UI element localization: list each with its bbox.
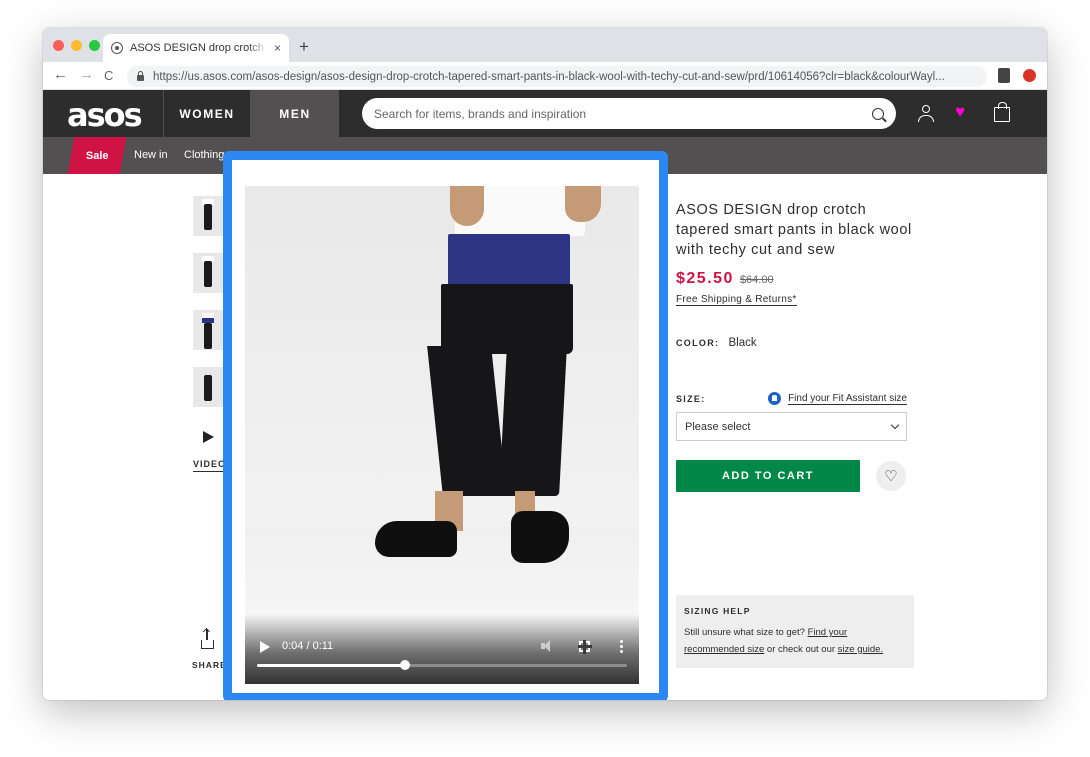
nav-sale-label: Sale bbox=[85, 149, 109, 162]
fit-assistant-icon bbox=[768, 392, 782, 405]
forward-button[interactable]: → bbox=[79, 66, 94, 83]
save-for-later-button[interactable]: ♡ bbox=[876, 461, 906, 491]
size-guide-link[interactable]: size guide. bbox=[838, 644, 883, 655]
thumbnail[interactable] bbox=[193, 310, 223, 350]
search-icon[interactable] bbox=[872, 107, 884, 120]
nav-clothing[interactable]: Clothing bbox=[184, 149, 224, 161]
current-price: $25.50 bbox=[676, 270, 734, 287]
url-field[interactable]: https://us.asos.com/asos-design/asos-des… bbox=[127, 66, 987, 87]
lock-icon bbox=[137, 70, 144, 81]
thumbnail[interactable] bbox=[193, 367, 223, 407]
volume-icon[interactable] bbox=[541, 640, 555, 652]
color-value: Black bbox=[728, 337, 757, 349]
add-to-cart-button[interactable]: ADD TO CART bbox=[676, 460, 860, 492]
favicon-icon bbox=[111, 42, 123, 54]
new-tab-button[interactable]: + bbox=[299, 37, 309, 57]
video-thumbnail-play-icon[interactable] bbox=[203, 431, 214, 443]
tab-close-icon[interactable]: × bbox=[274, 41, 281, 55]
asos-logo[interactable]: asos bbox=[67, 96, 143, 134]
nav-new-in[interactable]: New in bbox=[134, 149, 168, 161]
chevron-down-icon bbox=[890, 420, 900, 429]
size-select-value: Please select bbox=[685, 420, 751, 433]
play-icon[interactable] bbox=[260, 641, 270, 653]
tab-title: ASOS DESIGN drop crotch tapered smart pa… bbox=[130, 42, 268, 54]
nav-sale[interactable]: Sale bbox=[67, 137, 127, 174]
size-select[interactable]: Please select bbox=[676, 412, 907, 441]
video-time: 0:04 / 0:11 bbox=[282, 640, 334, 652]
video-tab[interactable]: VIDEO bbox=[193, 459, 227, 472]
reload-button[interactable]: C bbox=[104, 68, 113, 83]
product-title: ASOS DESIGN drop crotch tapered smart pa… bbox=[676, 202, 912, 258]
fullscreen-icon[interactable] bbox=[578, 640, 592, 654]
product-video[interactable]: 0:04 / 0:11 bbox=[245, 186, 639, 684]
nav-women[interactable]: WOMEN bbox=[163, 90, 251, 137]
browser-window: ASOS DESIGN drop crotch tapered smart pa… bbox=[43, 28, 1047, 700]
clipboard-extension-icon[interactable] bbox=[998, 68, 1010, 83]
maximize-window-button[interactable] bbox=[89, 40, 100, 51]
fit-assistant-link[interactable]: Find your Fit Assistant size bbox=[788, 393, 907, 405]
nav-men[interactable]: MEN bbox=[251, 90, 339, 137]
sizing-help-text-1: Still unsure what size to get? bbox=[684, 627, 805, 638]
was-price: $64.00 bbox=[739, 274, 774, 286]
search-placeholder: Search for items, brands and inspiration bbox=[374, 106, 587, 121]
sizing-help-box: SIZING HELP Still unsure what size to ge… bbox=[676, 595, 914, 668]
browser-tab[interactable]: ASOS DESIGN drop crotch tapered smart pa… bbox=[103, 34, 289, 62]
sizing-help-text: Still unsure what size to get? Find your… bbox=[684, 624, 906, 658]
video-progress-fill bbox=[257, 664, 405, 667]
size-label: SIZE: bbox=[676, 393, 706, 404]
more-options-icon[interactable] bbox=[620, 639, 623, 653]
search-input[interactable]: Search for items, brands and inspiration bbox=[362, 98, 896, 129]
thumbnail[interactable] bbox=[193, 253, 223, 293]
close-window-button[interactable] bbox=[53, 40, 64, 51]
site-header: asos WOMEN MEN Search for items, brands … bbox=[43, 90, 1047, 137]
color-label: COLOR: bbox=[676, 338, 720, 348]
minimize-window-button[interactable] bbox=[71, 40, 82, 51]
product-details: ASOS DESIGN drop crotch tapered smart pa… bbox=[676, 200, 916, 492]
address-bar: ← → C https://us.asos.com/asos-design/as… bbox=[43, 62, 1047, 90]
price-row: $25.50 $64.00 bbox=[676, 270, 916, 288]
thumbnail[interactable] bbox=[193, 196, 223, 236]
share-icon[interactable] bbox=[201, 629, 214, 649]
saved-items-icon[interactable]: ♥ bbox=[955, 102, 965, 122]
color-row: COLOR: Black bbox=[676, 337, 916, 349]
heart-icon: ♡ bbox=[884, 468, 898, 485]
tab-strip: ASOS DESIGN drop crotch tapered smart pa… bbox=[43, 28, 1047, 62]
video-highlight-frame: 0:04 / 0:11 bbox=[223, 151, 668, 700]
url-text: https://us.asos.com/asos-design/asos-des… bbox=[153, 70, 945, 83]
sizing-help-title: SIZING HELP bbox=[684, 606, 751, 616]
sizing-help-text-2: or check out our bbox=[766, 644, 836, 655]
back-button[interactable]: ← bbox=[53, 66, 68, 83]
video-controls: 0:04 / 0:11 bbox=[245, 614, 639, 684]
shipping-link[interactable]: Free Shipping & Returns* bbox=[676, 294, 797, 306]
video-scrubber-handle[interactable] bbox=[400, 660, 410, 670]
share-label[interactable]: SHARE bbox=[192, 660, 227, 670]
window-controls bbox=[53, 40, 100, 51]
adblock-extension-icon[interactable] bbox=[1023, 69, 1036, 82]
account-icon[interactable] bbox=[918, 105, 934, 122]
video-progress-bar[interactable] bbox=[257, 660, 627, 670]
bag-icon[interactable] bbox=[994, 102, 1010, 122]
size-row: SIZE: Find your Fit Assistant size bbox=[676, 392, 907, 405]
